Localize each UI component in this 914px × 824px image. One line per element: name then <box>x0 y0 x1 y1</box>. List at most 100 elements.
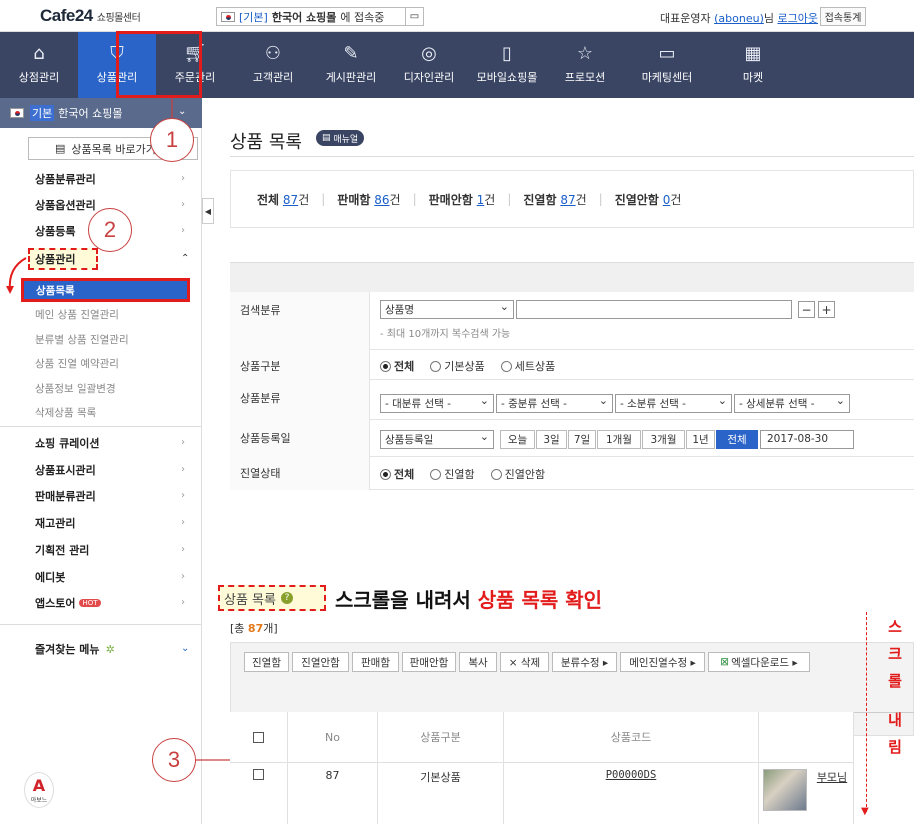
date-range-button-2[interactable]: 7일 <box>568 430 596 449</box>
list-action-button-5[interactable]: × 삭제 <box>500 652 549 672</box>
row-checkbox[interactable] <box>253 769 264 780</box>
radio-icon <box>490 468 502 480</box>
row-product-code[interactable]: P00000DS <box>606 769 657 781</box>
list-action-label: 판매함 <box>361 656 390 669</box>
list-action-button-8[interactable]: ⊠ 엑셀다운로드 ▸ <box>708 652 810 672</box>
column-header-label: 상품구분 <box>420 731 461 744</box>
date-range-button-4[interactable]: 3개월 <box>642 430 685 449</box>
vertical-char: 롤 <box>888 672 902 690</box>
product-class-label: 상품분류 <box>240 392 281 405</box>
radio-icon <box>500 360 512 372</box>
date-type-select[interactable]: 상품등록일 <box>380 430 494 449</box>
display-status-radios-option-1[interactable]: 진열함 <box>430 466 475 482</box>
table-cell-0 <box>230 762 288 824</box>
register-date-label: 상품등록일 <box>240 432 291 445</box>
summary-count[interactable]: 87 <box>560 193 575 207</box>
product-thumbnail[interactable] <box>763 769 807 811</box>
list-action-label: 복사 <box>468 656 488 669</box>
display-status-radios-option-0[interactable]: 전체 <box>380 466 414 482</box>
radio-label: 전체 <box>394 360 415 373</box>
category-select-1[interactable]: - 중분류 선택 - <box>496 394 613 413</box>
list-action-label: 진열안함 <box>301 656 340 669</box>
display-status-radios-option-2[interactable]: 진열안함 <box>490 466 545 482</box>
table-header-0[interactable] <box>230 712 288 762</box>
date-range-button-5[interactable]: 1년 <box>686 430 715 449</box>
row-product-type: 기본상품 <box>420 771 461 784</box>
summary-item-2[interactable]: 판매안함 1건 <box>429 191 496 208</box>
summary-label: 판매안함 <box>428 192 473 207</box>
summary-unit: 건 <box>575 192 587 207</box>
total-number: 87 <box>247 622 264 635</box>
brand-a-icon: A <box>32 776 46 795</box>
product-type-radios: 전체 기본상품 세트상품 <box>380 358 571 374</box>
title-divider <box>230 156 914 157</box>
table-cell-4: 부모님 <box>759 762 854 824</box>
list-title: 상품 목록 ? <box>218 585 299 611</box>
row-product-name[interactable]: 부모님 <box>817 769 847 785</box>
add-row-button[interactable]: + <box>818 301 835 318</box>
vertical-char: 스 <box>888 618 902 636</box>
column-header-label: 상품코드 <box>610 731 652 744</box>
summary-count[interactable]: 86 <box>374 193 389 207</box>
summary-item-1[interactable]: 판매함 86건 <box>337 191 400 208</box>
summary-separator: | <box>507 192 512 206</box>
product-summary: 전체 87건 | 판매함 86건 | 판매안함 1건 | 진열함 87건 | 진열안함 0건 <box>230 170 914 228</box>
search-category-label: 검색분류 <box>240 304 281 317</box>
list-action-button-1[interactable]: 진열안함 <box>292 652 349 672</box>
category-select-0[interactable]: - 대분류 선택 - <box>380 394 494 413</box>
search-category-select[interactable]: 상품명 <box>380 300 514 319</box>
list-action-button-0[interactable]: 진열함 <box>244 652 289 672</box>
radio-label: 전체 <box>394 468 415 481</box>
list-action-label: 엑셀다운로드 ▸ <box>731 656 798 669</box>
list-action-button-2[interactable]: 판매함 <box>352 652 399 672</box>
product-type-radios-option-2[interactable]: 세트상품 <box>500 358 555 374</box>
brand-mark: A 아보느 <box>24 772 54 808</box>
total-prefix: [총 <box>230 622 248 635</box>
summary-label: 전체 <box>257 192 280 207</box>
summary-unit: 건 <box>298 192 310 207</box>
table-header-1: No <box>288 712 378 762</box>
manual-button[interactable]: ▤ 매뉴얼 <box>316 130 365 146</box>
category-select-2[interactable]: - 소분류 선택 - <box>615 394 732 413</box>
list-action-button-6[interactable]: 분류수정 ▸ <box>552 652 617 672</box>
date-range-button-1[interactable]: 3일 <box>536 430 567 449</box>
select-all-checkbox[interactable] <box>253 731 264 743</box>
list-action-label: 진열함 <box>252 656 281 669</box>
date-range-button-0[interactable]: 오늘 <box>500 430 535 449</box>
summary-count[interactable]: 87 <box>283 193 298 207</box>
table-header-2: 상품구분 <box>378 712 504 762</box>
scroll-msg-black: 스크롤을 내려서 <box>335 588 471 612</box>
radio-icon <box>380 468 391 480</box>
summary-label: 진열안함 <box>614 192 659 207</box>
product-type-radios-option-1[interactable]: 기본상품 <box>430 358 485 374</box>
radio-icon <box>430 468 442 480</box>
search-panel-header <box>230 262 914 292</box>
category-select-3[interactable]: - 상세분류 선택 - <box>734 394 850 413</box>
radio-label: 기본상품 <box>444 360 485 373</box>
summary-unit: 건 <box>670 192 682 207</box>
brand-mark-text: 아보느 <box>30 797 48 804</box>
date-range-button-6[interactable]: 전체 <box>716 430 758 449</box>
scroll-arrow-icon: ▼ <box>861 806 869 817</box>
summary-label: 진열함 <box>523 192 557 207</box>
table-cell-3: P00000DS <box>504 762 759 824</box>
product-type-radios-option-0[interactable]: 전체 <box>380 358 414 374</box>
summary-item-3[interactable]: 진열함 87건 <box>523 191 586 208</box>
date-range-button-3[interactable]: 1개월 <box>597 430 641 449</box>
start-date-input[interactable]: 2017-08-30 <box>760 430 854 449</box>
summary-item-0[interactable]: 전체 87건 <box>257 191 309 208</box>
curved-arrow <box>8 257 27 291</box>
table-cell-1: 87 <box>288 762 378 824</box>
list-action-button-4[interactable]: 복사 <box>459 652 497 672</box>
summary-separator: | <box>598 192 603 206</box>
radio-label: 진열함 <box>444 468 475 481</box>
list-action-button-7[interactable]: 메인진열수정 ▸ <box>620 652 705 672</box>
search-keyword-input[interactable] <box>516 300 792 319</box>
summary-item-4[interactable]: 진열안함 0건 <box>615 191 682 208</box>
list-action-button-3[interactable]: 판매안함 <box>402 652 456 672</box>
help-icon[interactable]: ? <box>280 592 293 604</box>
scroll-instruction: 스크롤을 내려서 상품 목록 확인 <box>335 584 602 613</box>
remove-row-button[interactable]: − <box>798 301 815 318</box>
radio-icon <box>430 360 442 372</box>
table-header-4 <box>759 712 854 762</box>
